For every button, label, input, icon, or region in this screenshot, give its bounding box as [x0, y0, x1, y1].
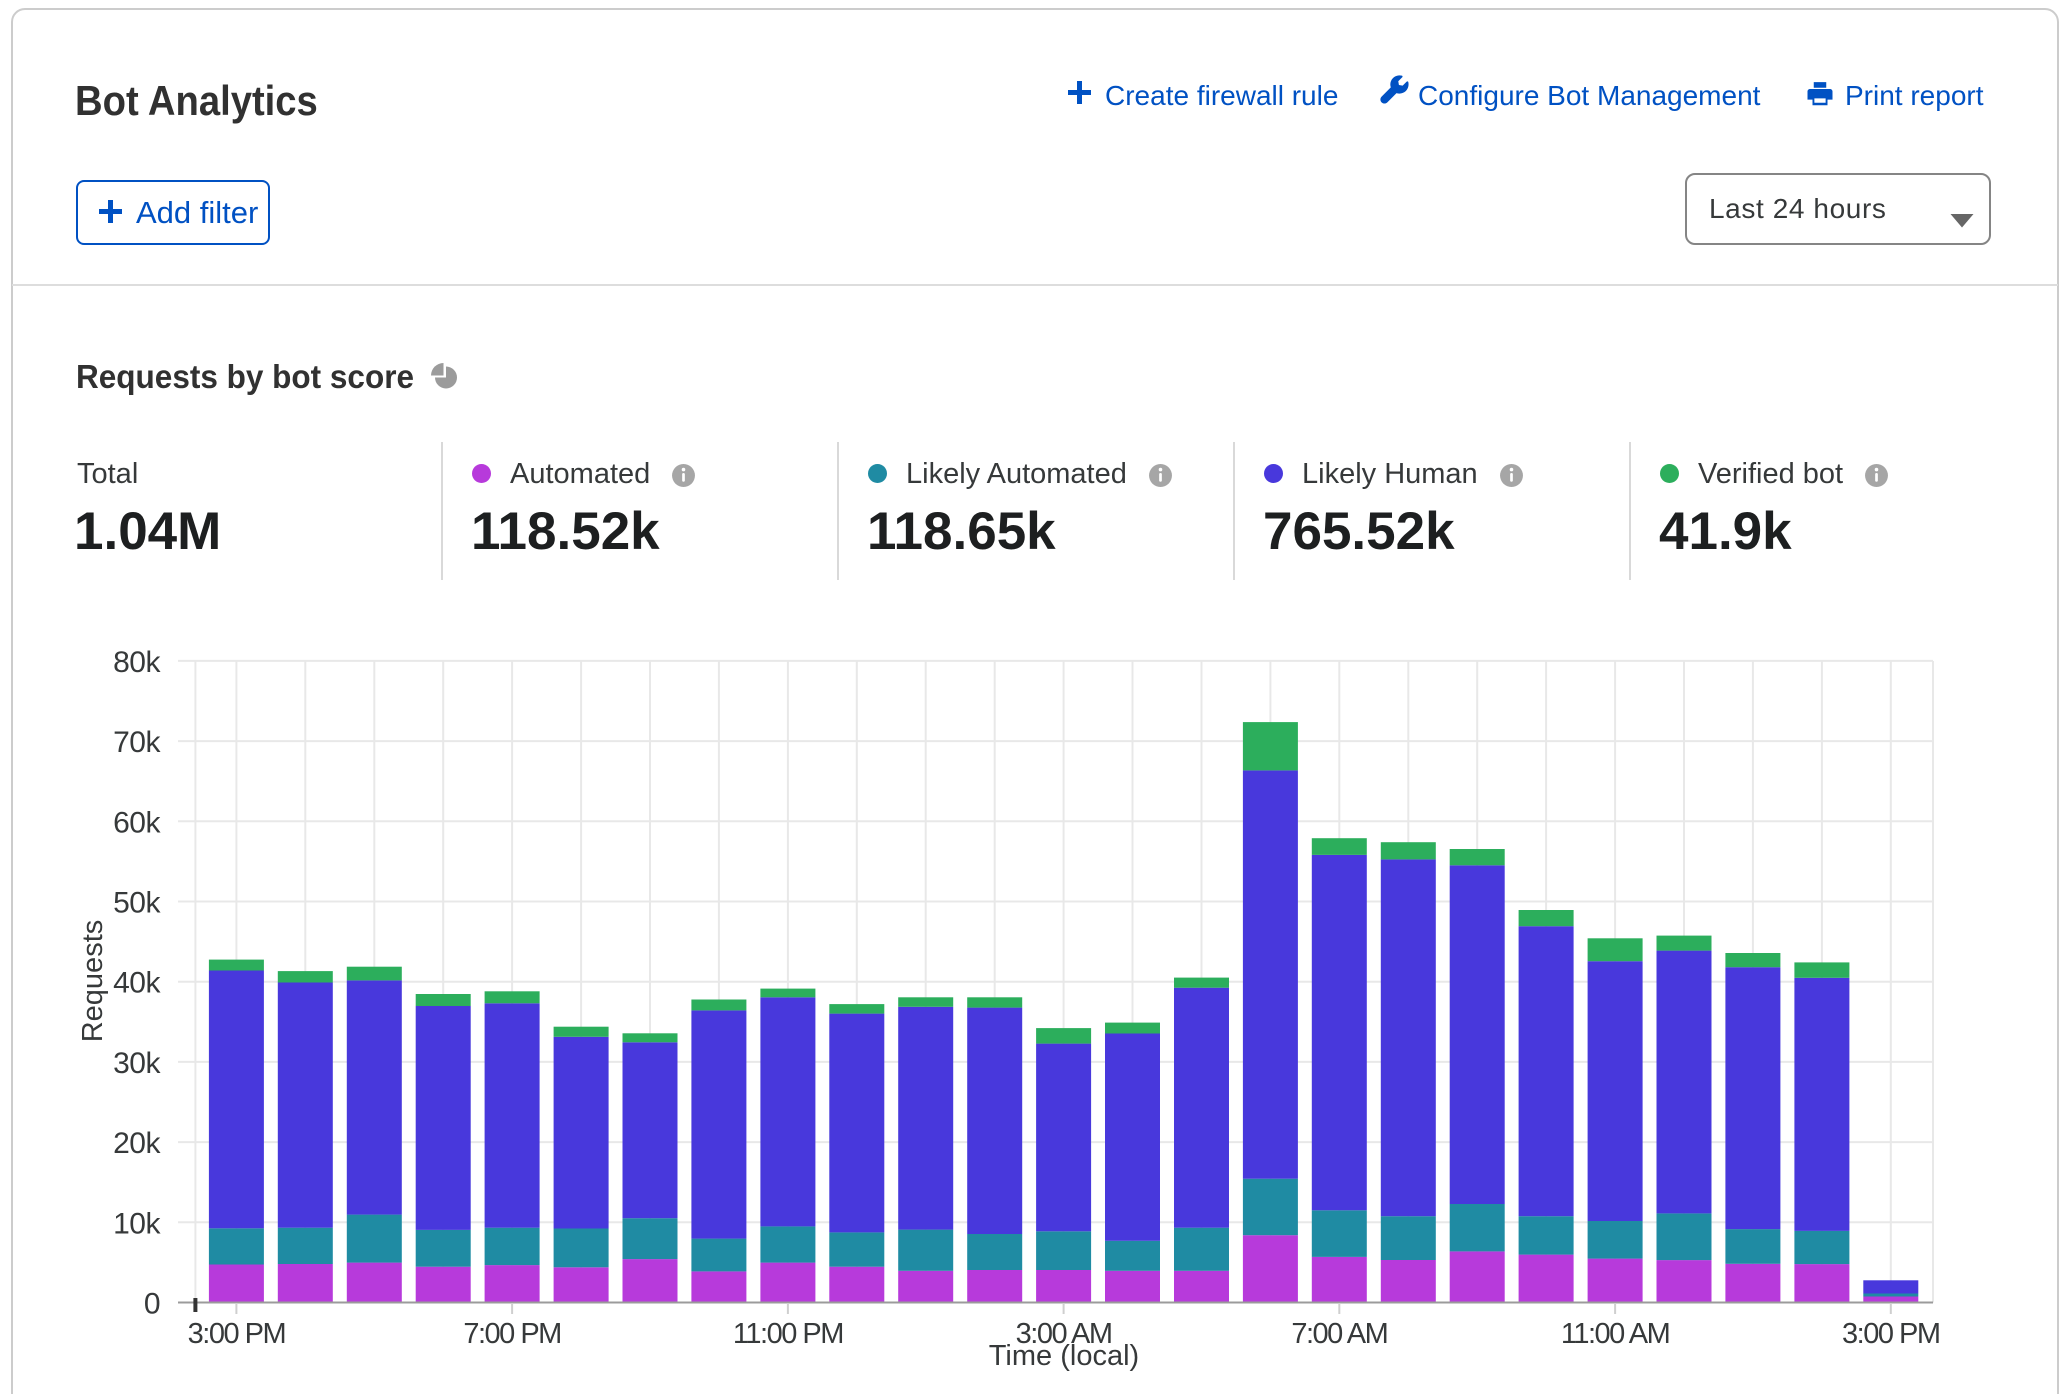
svg-text:70k: 70k [113, 726, 161, 759]
svg-text:3:00 PM: 3:00 PM [1842, 1318, 1940, 1350]
svg-text:Time (local): Time (local) [989, 1340, 1139, 1372]
svg-text:7:00 AM: 7:00 AM [1291, 1318, 1387, 1350]
svg-text:50k: 50k [113, 887, 161, 920]
svg-text:3:00 PM: 3:00 PM [188, 1318, 286, 1350]
svg-text:11:00 AM: 11:00 AM [1561, 1318, 1669, 1350]
svg-text:80k: 80k [113, 646, 161, 679]
svg-text:7:00 PM: 7:00 PM [463, 1318, 561, 1350]
svg-text:0: 0 [144, 1288, 160, 1321]
svg-text:Requests: Requests [77, 920, 109, 1043]
svg-text:60k: 60k [113, 806, 161, 839]
svg-text:30k: 30k [113, 1047, 161, 1080]
svg-text:11:00 PM: 11:00 PM [733, 1318, 843, 1350]
svg-text:10k: 10k [113, 1207, 161, 1240]
svg-text:40k: 40k [113, 967, 161, 1000]
svg-text:20k: 20k [113, 1127, 161, 1160]
